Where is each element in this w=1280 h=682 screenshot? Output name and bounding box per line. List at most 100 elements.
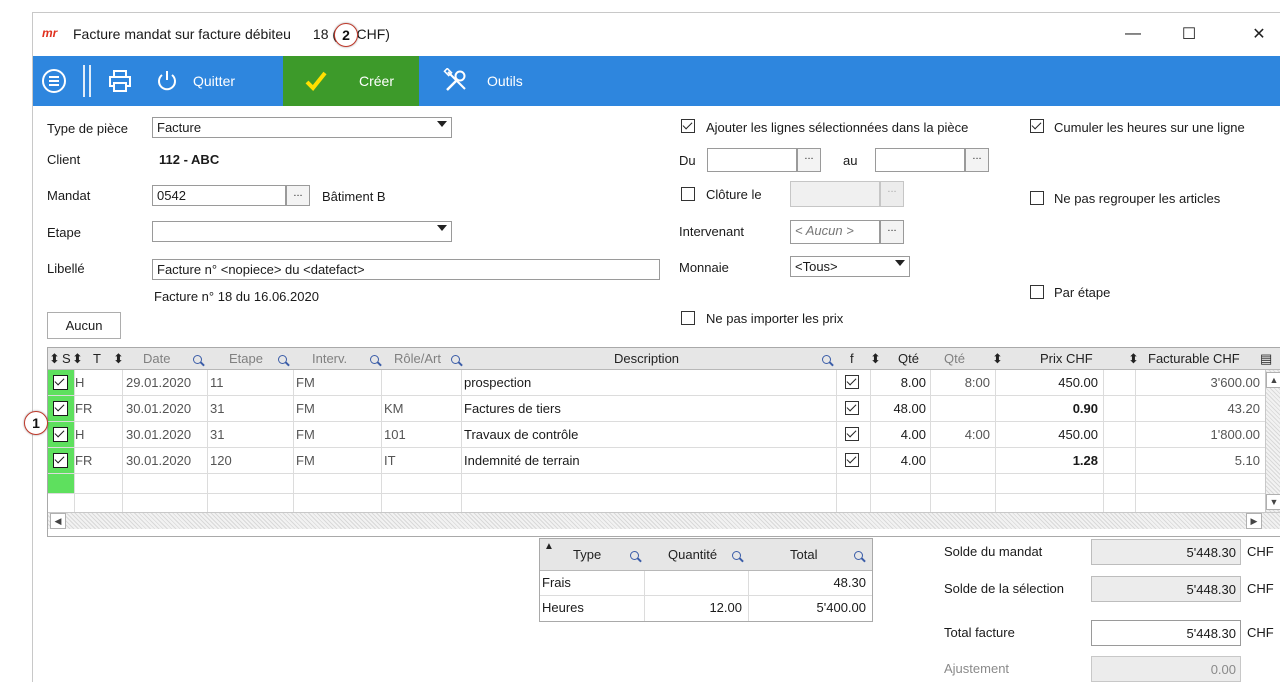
cell-facturable: 1'800.00: [1210, 427, 1260, 442]
sort-icon: ⬍: [49, 351, 60, 366]
scroll-down-icon[interactable]: ▼: [1266, 494, 1280, 510]
grid-header: ⬍ S ⬍ T ⬍ Date Etape Interv. Rôle/Art De…: [48, 348, 1280, 370]
scroll-right-icon[interactable]: ▶: [1246, 513, 1262, 529]
tools-button[interactable]: Outils: [443, 56, 523, 106]
mandat-input[interactable]: 0542: [152, 185, 286, 206]
filter-icon[interactable]: [854, 547, 863, 562]
cloture-date-input[interactable]: [790, 181, 880, 207]
maximize-button[interactable]: ☐: [1169, 21, 1209, 47]
cell-etape: 31: [210, 401, 225, 416]
summary-row[interactable]: Heures 12.00 5'400.00: [540, 596, 872, 621]
row-select-checkbox[interactable]: [53, 453, 68, 468]
table-row[interactable]: FR 30.01.2020 31 FM KM Factures de tiers…: [48, 396, 1280, 422]
au-date-picker-button[interactable]: ...: [965, 148, 989, 172]
create-button[interactable]: Créer: [283, 56, 419, 106]
cell-date: 30.01.2020: [126, 427, 192, 442]
summary-header-type[interactable]: Type: [573, 547, 601, 562]
solde-mandat-label: Solde du mandat: [944, 544, 1043, 559]
cloture-checkbox[interactable]: [681, 187, 695, 201]
currency-label: CHF: [1247, 581, 1274, 596]
horizontal-scrollbar[interactable]: ◀ ▶: [48, 512, 1280, 529]
add-lines-checkbox[interactable]: [681, 119, 695, 133]
par-etape-checkbox[interactable]: [1030, 285, 1044, 299]
row-select-checkbox[interactable]: [53, 401, 68, 416]
summary-header-qty[interactable]: Quantité: [668, 547, 717, 562]
intervenant-lookup-button[interactable]: ...: [880, 220, 904, 244]
row-f-checkbox[interactable]: [845, 401, 859, 415]
filter-icon[interactable]: [732, 547, 741, 562]
etape-label: Etape: [47, 225, 81, 240]
etape-select[interactable]: [152, 221, 452, 242]
col-header-description[interactable]: Description: [614, 351, 679, 366]
col-header-facturable[interactable]: Facturable CHF: [1148, 351, 1240, 366]
client-label: Client: [47, 152, 81, 167]
quit-button[interactable]: Quitter: [155, 56, 235, 106]
row-f-checkbox[interactable]: [845, 375, 859, 389]
cell-interv: FM: [296, 375, 315, 390]
au-date-input[interactable]: [875, 148, 965, 172]
summary-type: Heures: [542, 600, 584, 615]
no-group-checkbox[interactable]: [1030, 191, 1044, 205]
scroll-left-icon[interactable]: ◀: [50, 513, 66, 529]
table-row[interactable]: H 30.01.2020 31 FM 101 Travaux de contrô…: [48, 422, 1280, 448]
col-header-interv[interactable]: Interv.: [312, 351, 347, 366]
table-row[interactable]: FR 30.01.2020 120 FM IT Indemnité de ter…: [48, 448, 1280, 474]
tools-label: Outils: [487, 73, 523, 89]
table-row-empty[interactable]: [48, 474, 1280, 494]
col-header-f[interactable]: f: [850, 351, 854, 366]
summary-type: Frais: [542, 575, 571, 590]
cell-role: KM: [384, 401, 404, 416]
filter-icon[interactable]: [193, 351, 202, 366]
scroll-up-icon[interactable]: ▲: [1266, 372, 1280, 388]
cell-prix: 0.90: [1072, 401, 1098, 416]
close-button[interactable]: ✕: [1239, 21, 1279, 47]
minimize-button[interactable]: —: [1113, 21, 1153, 47]
total-facture-input[interactable]: 5'448.30: [1091, 620, 1241, 646]
cumul-checkbox[interactable]: [1030, 119, 1044, 133]
filter-icon[interactable]: [630, 547, 639, 562]
type-select[interactable]: Facture: [152, 117, 452, 138]
col-header-s[interactable]: S: [62, 351, 71, 366]
currency-label: CHF: [1247, 625, 1274, 640]
row-f-checkbox[interactable]: [845, 427, 859, 441]
col-header-etape[interactable]: Etape: [229, 351, 263, 366]
menu-button[interactable]: [41, 56, 67, 106]
du-date-input[interactable]: [707, 148, 797, 172]
cloture-date-picker-button[interactable]: ...: [880, 181, 904, 207]
print-button[interactable]: [107, 56, 133, 106]
monnaie-label: Monnaie: [679, 260, 729, 275]
filter-icon[interactable]: [822, 351, 831, 366]
col-header-qte-time[interactable]: Qté: [944, 351, 965, 366]
filter-icon[interactable]: [451, 351, 460, 366]
vertical-scrollbar[interactable]: ▲ ▼: [1265, 370, 1280, 512]
intervenant-input[interactable]: < Aucun >: [790, 220, 880, 244]
row-f-checkbox[interactable]: [845, 453, 859, 467]
column-chooser-icon[interactable]: ▤: [1260, 351, 1272, 367]
ajustement-input[interactable]: 0.00: [1091, 656, 1241, 682]
col-header-qte[interactable]: Qté: [898, 351, 919, 366]
col-header-date[interactable]: Date: [143, 351, 170, 366]
libelle-input[interactable]: Facture n° <nopiece> du <datefact>: [152, 259, 660, 280]
par-etape-label: Par étape: [1054, 285, 1111, 300]
row-select-checkbox[interactable]: [53, 375, 68, 390]
aucun-button[interactable]: Aucun: [47, 312, 121, 339]
cell-interv: FM: [296, 401, 315, 416]
monnaie-select[interactable]: <Tous>: [790, 256, 910, 277]
mandat-lookup-button[interactable]: ...: [286, 185, 310, 206]
col-header-role[interactable]: Rôle/Art: [394, 351, 441, 366]
client-value: 112 - ABC: [159, 152, 220, 167]
filter-icon[interactable]: [278, 351, 287, 366]
summary-qty: 12.00: [709, 600, 742, 615]
table-row[interactable]: H 29.01.2020 11 FM prospection 8.00 8:00…: [48, 370, 1280, 396]
solde-selection-value: 5'448.30: [1091, 576, 1241, 602]
summary-header-total[interactable]: Total: [790, 547, 817, 562]
du-date-picker-button[interactable]: ...: [797, 148, 821, 172]
filter-icon[interactable]: [370, 351, 379, 366]
summary-row[interactable]: Frais 48.30: [540, 571, 872, 596]
col-header-t[interactable]: T: [93, 351, 101, 366]
cell-type: FR: [75, 453, 93, 468]
no-price-checkbox[interactable]: [681, 311, 695, 325]
col-header-prix[interactable]: Prix CHF: [1040, 351, 1093, 366]
cell-qte: 8.00: [900, 375, 926, 390]
row-select-checkbox[interactable]: [53, 427, 68, 442]
